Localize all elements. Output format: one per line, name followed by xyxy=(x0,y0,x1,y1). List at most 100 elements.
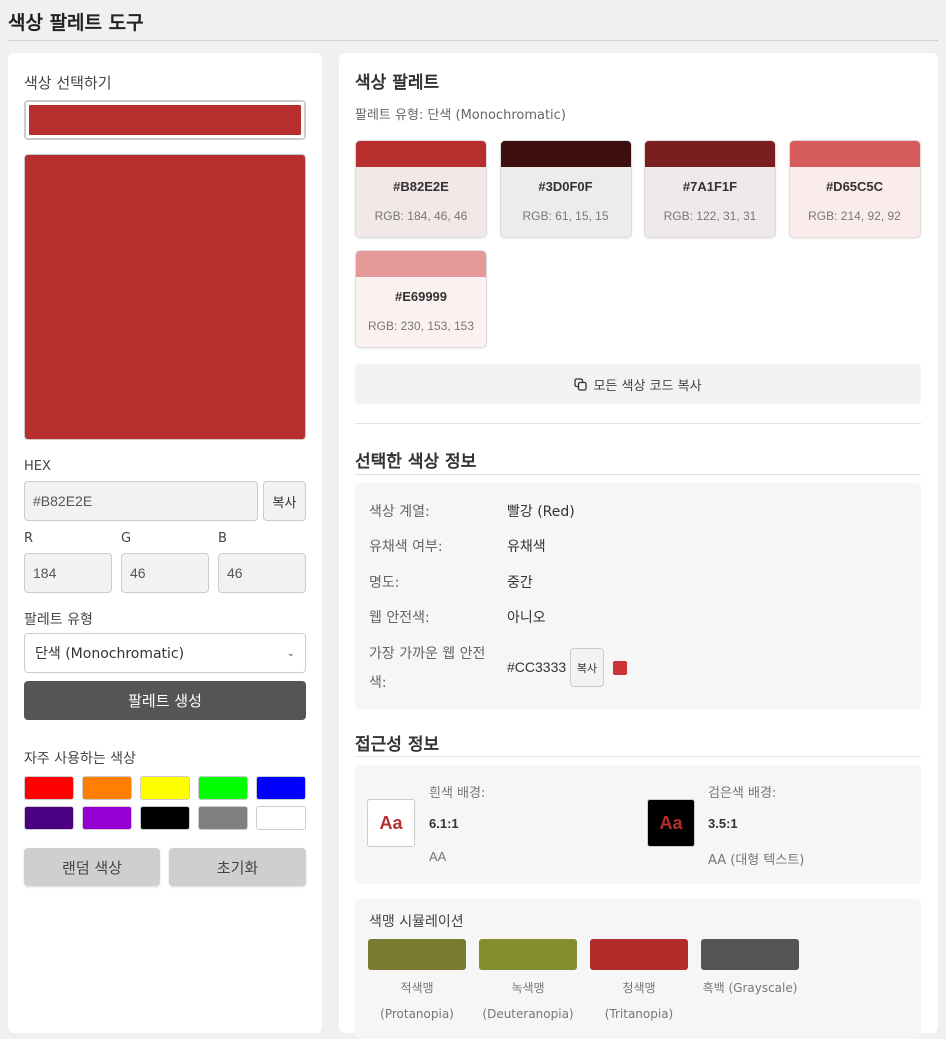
hex-input[interactable]: #B82E2E xyxy=(24,481,258,521)
black-bg-sample: Aa xyxy=(647,799,695,847)
palette-title: 색상 팔레트 xyxy=(355,73,440,93)
color-preview[interactable] xyxy=(24,154,306,440)
r-label: R xyxy=(24,531,34,546)
favorite-color-swatch[interactable] xyxy=(198,806,248,830)
colorblind-sublabel: (Tritanopia) xyxy=(604,1007,674,1021)
white-ratio: 6.1:1 xyxy=(429,816,459,831)
palette-panel: 색상 팔레트 팔레트 유형: 단색 (Monochromatic) #B82E2… xyxy=(339,53,938,1039)
palette-card-rgb: RGB: 214, 92, 92 xyxy=(808,209,901,223)
brightness-value: 중간 xyxy=(507,575,533,591)
palette-card-swatch xyxy=(789,141,920,167)
favorite-color-swatch[interactable] xyxy=(256,806,306,830)
colorblind-sublabel: (Protanopia) xyxy=(380,1007,454,1021)
palette-card-hex: #E69999 xyxy=(394,289,448,304)
reset-button[interactable]: 초기화 xyxy=(169,848,306,886)
family-value: 빨강 (Red) xyxy=(507,504,575,520)
palette-type-text: 팔레트 유형: 단색 (Monochromatic) xyxy=(355,108,566,123)
nearest-label-line2: 색: xyxy=(369,675,387,691)
palette-card-rgb: RGB: 61, 15, 15 xyxy=(522,209,609,223)
palette-card-rgb: RGB: 184, 46, 46 xyxy=(374,209,468,223)
random-color-button[interactable]: 랜덤 색상 xyxy=(24,848,160,886)
color-info-box: 색상 계열: 빨강 (Red) 유채색 여부: 유채색 명도: 중간 웹 안전색… xyxy=(355,483,921,710)
divider xyxy=(355,423,921,424)
palette-card-hex: #B82E2E xyxy=(393,179,449,194)
favorite-color-swatch[interactable] xyxy=(82,776,132,800)
chromatic-value: 유채색 xyxy=(507,539,546,555)
favorite-color-swatch[interactable] xyxy=(82,806,132,830)
palette-type-value: 단색 (Monochromatic) xyxy=(35,646,185,662)
websafe-label: 웹 안전색: xyxy=(369,610,430,626)
favorite-color-swatch[interactable] xyxy=(198,776,248,800)
hex-label: HEX xyxy=(24,459,51,474)
favorites-label: 자주 사용하는 색상 xyxy=(24,751,136,767)
accessibility-title: 접근성 정보 xyxy=(355,735,440,755)
colorblind-label: 청색맹 xyxy=(622,981,656,995)
info-title: 선택한 색상 정보 xyxy=(355,452,477,472)
nearest-value: #CC3333 xyxy=(507,659,567,675)
r-input[interactable]: 184 xyxy=(24,553,112,593)
brightness-label: 명도: xyxy=(369,575,400,591)
favorite-color-swatch[interactable] xyxy=(24,776,74,800)
palette-card[interactable]: #7A1F1F RGB: 122, 31, 31 xyxy=(644,140,776,238)
palette-card-swatch xyxy=(500,141,631,167)
nearest-color-swatch xyxy=(613,661,627,675)
white-bg-sample: Aa xyxy=(367,799,415,847)
color-picker-panel: 색상 선택하기 HEX #B82E2E 복사 R G B 184 46 46 팔… xyxy=(8,53,322,1033)
b-label: B xyxy=(218,531,227,546)
palette-type-select[interactable]: 단색 (Monochromatic) ⌄ xyxy=(24,633,306,673)
g-input[interactable]: 46 xyxy=(121,553,209,593)
palette-card[interactable]: #3D0F0F RGB: 61, 15, 15 xyxy=(499,140,632,238)
palette-card-swatch xyxy=(356,141,486,167)
copy-all-label: 모든 색상 코드 복사 xyxy=(593,378,702,394)
favorite-color-swatch[interactable] xyxy=(140,806,190,830)
palette-card-hex: #3D0F0F xyxy=(538,179,593,194)
palette-card[interactable]: #B82E2E RGB: 184, 46, 46 xyxy=(355,140,487,238)
palette-card[interactable]: #D65C5C RGB: 214, 92, 92 xyxy=(788,140,921,238)
color-input-fill xyxy=(29,105,301,135)
palette-card-swatch xyxy=(645,141,775,167)
palette-card-rgb: RGB: 230, 153, 153 xyxy=(367,319,475,333)
colorblind-swatch xyxy=(590,939,688,970)
colorblind-title: 색맹 시뮬레이션 xyxy=(369,914,464,930)
favorite-color-swatch[interactable] xyxy=(140,776,190,800)
picker-heading: 색상 선택하기 xyxy=(24,74,112,92)
accessibility-box: Aa 흰색 배경: 6.1:1 AA Aa 검은색 배경: 3.5:1 AA (… xyxy=(355,765,921,884)
favorite-color-swatch[interactable] xyxy=(24,806,74,830)
colorblind-box: 색맹 시뮬레이션 적색맹 (Protanopia) 녹색맹 (Deuteranopia… xyxy=(355,899,921,1039)
colorblind-label: 흑백 (Grayscale) xyxy=(702,981,798,995)
hex-copy-button[interactable]: 복사 xyxy=(263,481,306,521)
colorblind-label: 녹색맹 xyxy=(511,981,545,995)
copy-all-button[interactable]: 모든 색상 코드 복사 xyxy=(355,364,921,404)
chromatic-label: 유채색 여부: xyxy=(369,539,443,555)
palette-card-hex: #D65C5C xyxy=(825,179,884,194)
divider xyxy=(355,756,921,757)
g-label: G xyxy=(121,531,132,546)
chevron-down-icon: ⌄ xyxy=(286,647,295,659)
family-label: 색상 계열: xyxy=(369,504,430,520)
page-title: 색상 팔레트 도구 xyxy=(8,12,144,34)
generate-palette-button[interactable]: 팔레트 생성 xyxy=(24,681,306,720)
colorblind-sublabel: (Deuteranopia) xyxy=(482,1007,574,1021)
color-input[interactable] xyxy=(24,100,306,140)
b-input[interactable]: 46 xyxy=(218,553,306,593)
palette-card-swatch xyxy=(356,251,486,277)
palette-card-hex: #7A1F1F xyxy=(682,179,738,194)
websafe-value: 아니오 xyxy=(507,610,546,626)
divider xyxy=(355,474,921,475)
palette-card[interactable]: #E69999 RGB: 230, 153, 153 xyxy=(355,250,487,348)
palette-card-rgb: RGB: 122, 31, 31 xyxy=(663,209,757,223)
black-ratio: 3.5:1 xyxy=(708,816,738,831)
colorblind-label: 적색맹 xyxy=(400,981,434,995)
black-bg-label: 검은색 배경: xyxy=(708,786,777,801)
black-level: AA (대형 텍스트) xyxy=(708,853,805,868)
colorblind-swatch xyxy=(368,939,466,970)
colorblind-swatch xyxy=(701,939,799,970)
nearest-label-line1: 가장 가까운 웹 안전 xyxy=(369,646,486,662)
colorblind-swatch xyxy=(479,939,577,970)
white-bg-label: 흰색 배경: xyxy=(429,786,486,801)
palette-type-label: 팔레트 유형 xyxy=(24,612,93,628)
white-level: AA xyxy=(429,849,447,864)
nearest-copy-button[interactable]: 복사 xyxy=(570,648,604,687)
page-header: 색상 팔레트 도구 xyxy=(8,0,938,41)
favorite-color-swatch[interactable] xyxy=(256,776,306,800)
